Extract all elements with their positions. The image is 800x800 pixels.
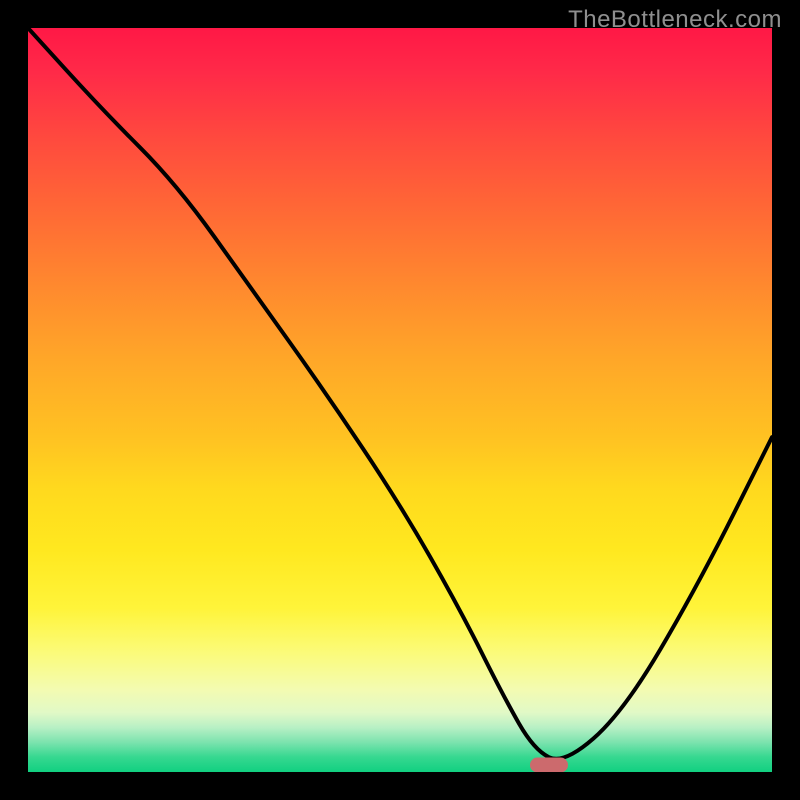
bottleneck-curve xyxy=(28,28,772,772)
plot-area xyxy=(28,28,772,772)
chart-frame: TheBottleneck.com xyxy=(0,0,800,800)
optimal-point-marker xyxy=(530,757,568,772)
watermark-text: TheBottleneck.com xyxy=(568,6,782,34)
